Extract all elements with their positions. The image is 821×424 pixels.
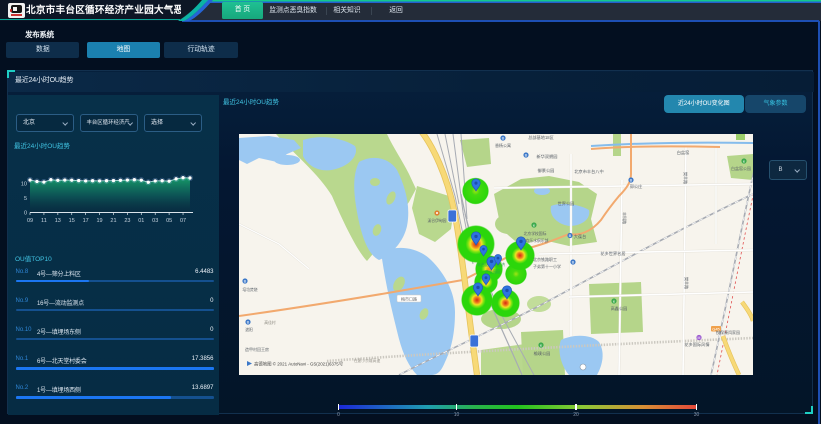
svg-text:B: B [243, 278, 246, 283]
svg-text:19: 19 [97, 218, 103, 224]
svg-text:在建小京雄高速: 在建小京雄高速 [353, 358, 380, 363]
svg-text:11: 11 [41, 218, 47, 224]
svg-text:榆璞公园: 榆璞公园 [533, 350, 550, 357]
svg-text:香杨公寓: 香杨公寓 [495, 142, 511, 148]
svg-text:03: 03 [152, 218, 158, 224]
svg-text:悦保康闶家园: 悦保康闶家园 [716, 329, 740, 335]
svg-text:B: B [501, 135, 504, 140]
svg-text:0: 0 [24, 211, 27, 217]
svg-text:15: 15 [69, 218, 75, 224]
svg-text:欢乐水俱乐部: 欢乐水俱乐部 [525, 238, 548, 243]
svg-text:北京市丰台八中: 北京市丰台八中 [574, 168, 603, 175]
svg-text:遄阳: 遄阳 [245, 327, 253, 332]
svg-text:09: 09 [27, 218, 33, 224]
svg-text:造甲村回王房: 造甲村回王房 [245, 346, 269, 352]
svg-text:高德地图 © 2021 AutoNavi - GS(2021: 高德地图 © 2021 AutoNavi - GS(2021)6375号 [254, 360, 344, 367]
svg-text:北京铁路职工: 北京铁路职工 [533, 256, 557, 262]
svg-text:B: B [524, 152, 527, 157]
svg-text:新华双拥园: 新华双拥园 [536, 153, 557, 160]
svg-text:大葆台: 大葆台 [573, 233, 586, 240]
svg-text:世界公园: 世界公园 [557, 200, 574, 207]
svg-text:高鑫公园: 高鑫公园 [610, 305, 627, 312]
svg-text:B: B [246, 319, 249, 324]
svg-text:B: B [629, 177, 632, 182]
svg-text:M: M [697, 336, 700, 340]
svg-text:丰科路: 丰科路 [622, 212, 628, 224]
svg-text:23: 23 [124, 218, 130, 224]
svg-text:产业园区: 产业园区 [485, 268, 501, 274]
svg-text:樊羊路: 樊羊路 [684, 277, 690, 289]
svg-text:御景公园: 御景公园 [537, 167, 554, 174]
svg-text:总部基地18区: 总部基地18区 [528, 134, 554, 141]
svg-text:梅市口路: 梅市口路 [401, 295, 417, 301]
svg-text:北京学校国际: 北京学校国际 [523, 231, 546, 236]
svg-text:21: 21 [110, 218, 116, 224]
svg-text:07: 07 [180, 218, 186, 224]
svg-text:白盆窑公园: 白盆窑公园 [731, 165, 751, 171]
svg-text:B: B [571, 259, 574, 264]
svg-text:B: B [568, 233, 571, 238]
svg-text:培垃焚烧: 培垃焚烧 [242, 287, 257, 292]
svg-text:17: 17 [83, 218, 89, 224]
svg-text:樊羊路: 樊羊路 [683, 172, 689, 184]
svg-text:子弟第十一小学: 子弟第十一小学 [533, 263, 561, 269]
svg-text:白盆窑: 白盆窑 [676, 149, 689, 156]
svg-text:郭公庄: 郭公庄 [629, 183, 642, 190]
svg-text:5: 5 [24, 196, 27, 202]
svg-text:10: 10 [21, 182, 27, 188]
svg-text:花乡世界名居: 花乡世界名居 [600, 250, 625, 257]
svg-text:花乡国际风情: 花乡国际风情 [684, 341, 709, 348]
svg-text:01: 01 [138, 218, 144, 224]
svg-text:05: 05 [166, 218, 172, 224]
svg-text:溪谷伊甸园: 溪谷伊甸园 [427, 218, 446, 223]
svg-text:高佳村: 高佳村 [264, 320, 276, 325]
svg-text:13: 13 [55, 218, 61, 224]
